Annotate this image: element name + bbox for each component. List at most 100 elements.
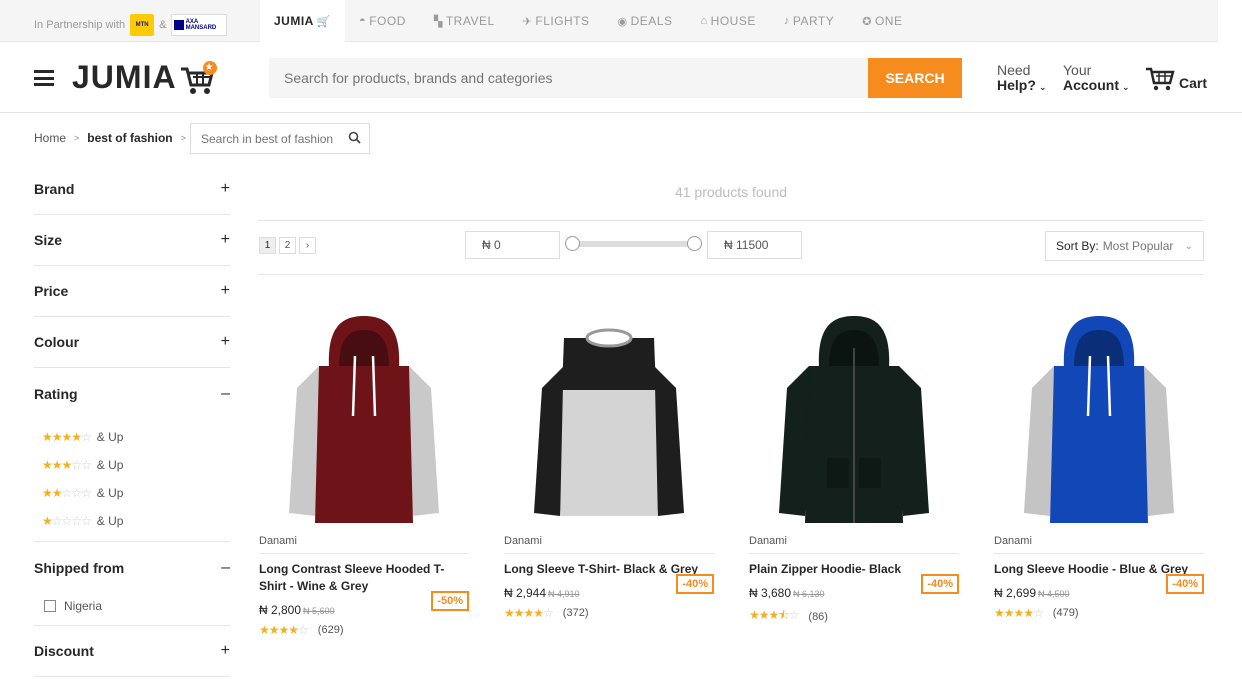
tab-party[interactable]: ♪ PARTY <box>770 0 848 42</box>
filter-discount[interactable]: Discount + <box>34 626 230 677</box>
product-price: ₦ 2,699 <box>994 586 1037 600</box>
product-card[interactable]: Danami Plain Zipper Hoodie- Black ₦ 3,68… <box>749 308 959 627</box>
product-old-price: ₦ 6,130 <box>793 589 825 599</box>
chevron-down-icon: ⌄ <box>1184 240 1193 252</box>
menu-icon[interactable] <box>34 70 54 86</box>
tab-jumia[interactable]: JUMIA 🛒 <box>260 0 346 49</box>
account-menu[interactable]: Your Account ⌄ <box>1063 63 1130 95</box>
divider <box>258 220 1204 221</box>
minus-icon: – <box>221 558 230 576</box>
tab-travel[interactable]: ▚ TRAVEL <box>420 0 509 42</box>
product-brand: Danami <box>259 535 469 554</box>
product-image[interactable] <box>994 308 1204 530</box>
minus-icon: – <box>221 384 230 402</box>
plus-icon: + <box>220 231 230 248</box>
help-line2: Help? <box>997 77 1036 93</box>
tab-deals[interactable]: ◉ DEALS <box>604 0 687 42</box>
rating-stars: ★★★☆☆ <box>42 458 92 472</box>
travel-icon: ▚ <box>433 15 443 28</box>
breadcrumb-home[interactable]: Home <box>34 131 66 145</box>
breadcrumb-current: best of fashion <box>87 131 173 145</box>
rating-option-3[interactable]: ★★★☆☆ & Up <box>42 451 230 479</box>
product-card[interactable]: Danami Long Sleeve T-Shirt- Black & Grey… <box>504 308 714 620</box>
filter-rating[interactable]: Rating – <box>34 368 230 419</box>
cart-icon <box>1146 67 1175 91</box>
service-tabs: JUMIA 🛒 ◓ FOOD ▚ TRAVEL ✈ FLIGHTS ◉ DEALS ⌂ HO… <box>260 0 916 49</box>
product-name[interactable]: Long Contrast Sleeve Hooded T-Shirt - Wi… <box>259 561 469 595</box>
tab-food[interactable]: ◓ FOOD <box>345 0 420 42</box>
discount-badge: -40% <box>676 574 714 594</box>
plus-icon: + <box>220 180 230 197</box>
filter-colour[interactable]: Colour + <box>34 317 230 368</box>
party-icon: ♪ <box>783 15 790 27</box>
products-found: 41 products found <box>674 184 788 200</box>
right-strip <box>1218 0 1242 42</box>
sort-dropdown[interactable]: Sort By: Most Popular ⌄ <box>1045 231 1204 261</box>
rating-options: ★★★★☆ & Up ★★★☆☆ & Up ★★☆☆☆ & Up ★☆☆☆☆ & Up <box>34 419 230 542</box>
partner-bar: In Partnership with MTN & AXA MANSARD JU… <box>0 0 1242 49</box>
product-brand: Danami <box>994 535 1204 554</box>
tab-house[interactable]: ⌂ HOUSE <box>687 0 770 42</box>
filter-sidebar: Brand + Size + Price + Colour + Rating – ★★★★… <box>34 164 230 677</box>
rating-stars: ★★★★☆ <box>42 430 92 444</box>
product-card[interactable]: Danami Long Sleeve Hoodie - Blue & Grey … <box>994 308 1204 620</box>
filter-price[interactable]: Price + <box>34 266 230 317</box>
search-button[interactable]: SEARCH <box>868 58 962 98</box>
filter-shipped-from[interactable]: Shipped from – <box>34 542 230 593</box>
rating-stars: ★★☆☆☆ <box>42 486 92 500</box>
next-page-button[interactable]: › <box>299 237 316 254</box>
partnership-amp: & <box>159 19 167 31</box>
chevron-down-icon: ⌄ <box>1122 82 1130 92</box>
page-2[interactable]: 2 <box>279 237 296 254</box>
category-search-input[interactable] <box>191 124 341 153</box>
rating-option-4[interactable]: ★★★★☆ & Up <box>42 423 230 451</box>
search-icon[interactable] <box>348 131 361 149</box>
cart-button[interactable]: Cart <box>1145 65 1207 91</box>
rating-stars: ★☆☆☆☆ <box>42 514 92 528</box>
product-price: ₦ 2,800 <box>259 603 302 617</box>
cart-label: Cart <box>1179 75 1208 91</box>
ship-option-nigeria[interactable]: Nigeria <box>34 593 230 626</box>
product-brand: Danami <box>504 535 714 554</box>
plus-icon: + <box>220 642 230 659</box>
review-count: (629) <box>317 624 344 636</box>
house-icon: ⌂ <box>700 15 708 27</box>
account-line1: Your <box>1063 62 1092 78</box>
price-slider-max-handle[interactable] <box>687 236 702 251</box>
rating-option-1[interactable]: ★☆☆☆☆ & Up <box>42 507 230 535</box>
plus-icon: + <box>220 333 230 350</box>
partnership-text: In Partnership with <box>34 19 126 31</box>
product-image[interactable] <box>749 308 959 530</box>
tab-one[interactable]: ✪ ONE <box>848 0 916 42</box>
sort-value: Most Popular <box>1102 239 1174 253</box>
price-max-input[interactable]: ₦ 11500 <box>707 231 802 259</box>
tab-flights[interactable]: ✈ FLIGHTS <box>509 0 604 42</box>
price-min-input[interactable]: ₦ 0 <box>465 231 560 259</box>
star-icon: ★ <box>202 60 217 75</box>
filter-size[interactable]: Size + <box>34 215 230 266</box>
category-search <box>190 123 370 154</box>
product-rating-stars: ★★★★☆ <box>994 606 1044 620</box>
one-icon: ✪ <box>862 15 872 28</box>
axa-logo: AXA MANSARD <box>171 14 228 36</box>
chevron-right-icon: > <box>180 133 186 143</box>
rating-option-2[interactable]: ★★☆☆☆ & Up <box>42 479 230 507</box>
product-image[interactable] <box>504 308 714 530</box>
discount-badge: -40% <box>1166 574 1204 594</box>
jumia-logo[interactable]: JUMIA ★ <box>72 59 217 96</box>
product-rating-stars: ★★★★☆ <box>259 623 309 637</box>
page-1[interactable]: 1 <box>259 237 276 254</box>
product-price: ₦ 2,944 <box>504 586 547 600</box>
price-slider-track[interactable] <box>572 241 694 247</box>
review-count: (86) <box>808 610 828 623</box>
account-line2: Account <box>1063 77 1119 93</box>
help-menu[interactable]: Need Help? ⌄ <box>997 63 1046 95</box>
review-count: (479) <box>1052 607 1079 619</box>
product-card[interactable]: Danami Long Contrast Sleeve Hooded T-Shi… <box>259 308 469 637</box>
filter-brand[interactable]: Brand + <box>34 164 230 215</box>
checkbox[interactable] <box>44 600 56 612</box>
product-image[interactable] <box>259 308 469 530</box>
price-slider-min-handle[interactable] <box>565 236 580 251</box>
search-input[interactable] <box>269 58 869 98</box>
product-price: ₦ 3,680 <box>749 586 792 600</box>
